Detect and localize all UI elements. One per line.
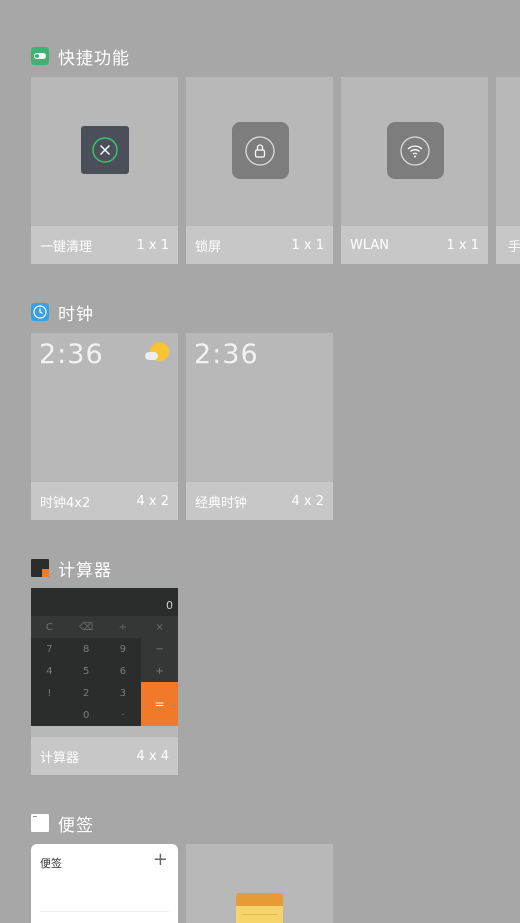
calc-key: 8 bbox=[82, 643, 90, 655]
widget-label: 一键清理 bbox=[40, 239, 93, 255]
calculator-icon bbox=[31, 559, 49, 577]
calc-key: C bbox=[31, 616, 68, 638]
widget-label: 计算器 bbox=[40, 750, 80, 766]
widget-label: 手 bbox=[508, 239, 520, 255]
widget-classic-clock[interactable]: 2:36 经典时钟 4 x 2 bbox=[186, 333, 333, 520]
calc-key-equals: = bbox=[141, 682, 178, 726]
widget-notes-preview[interactable] bbox=[186, 844, 333, 923]
widget-clock-4x2[interactable]: 2:36 时钟4x2 4 x 2 bbox=[31, 333, 178, 520]
section-title: 计算器 bbox=[58, 560, 112, 581]
calc-key bbox=[31, 704, 68, 726]
calc-key: 3 bbox=[119, 687, 127, 699]
widget-footer: 一键清理 1 x 1 bbox=[31, 226, 178, 264]
widget-notes[interactable]: 便签 + bbox=[31, 844, 178, 923]
clock-time: 2:36 bbox=[194, 339, 259, 370]
widget-wlan[interactable]: WLAN 1 x 1 bbox=[341, 77, 488, 264]
section-quick-header: 快捷功能 bbox=[31, 44, 130, 69]
calculator-keypad: C ⌫ ÷ × 7 8 9 − 4 5 6 + ! 2 3 = 0 · bbox=[31, 616, 178, 726]
section-calculator-header: 计算器 bbox=[31, 556, 112, 581]
calc-key: 9 bbox=[119, 643, 127, 655]
widget-size: 1 x 1 bbox=[446, 237, 480, 253]
widget-lock[interactable]: 锁屏 1 x 1 bbox=[186, 77, 333, 264]
calc-key: × bbox=[141, 616, 178, 638]
wifi-icon bbox=[386, 122, 444, 179]
calc-key: − bbox=[141, 638, 178, 660]
widget-clean[interactable]: 一键清理 1 x 1 bbox=[31, 77, 178, 264]
notes-title: 便签 bbox=[40, 857, 62, 870]
notepad-icon bbox=[236, 893, 283, 923]
calc-key: + bbox=[141, 660, 178, 682]
widget-footer: 时钟4x2 4 x 2 bbox=[31, 482, 178, 520]
calc-key: 7 bbox=[46, 643, 53, 655]
calculator-display: 0 bbox=[166, 599, 173, 612]
widget-footer: 锁屏 1 x 1 bbox=[186, 226, 333, 264]
widget-size: 4 x 2 bbox=[291, 493, 325, 509]
section-title: 快捷功能 bbox=[58, 48, 130, 69]
widget-footer: 经典时钟 4 x 2 bbox=[186, 482, 333, 520]
widget-footer: 手 bbox=[496, 226, 520, 264]
calc-key: 2 bbox=[82, 687, 90, 699]
calc-key: ! bbox=[47, 687, 52, 699]
calculator-preview: 0 C ⌫ ÷ × 7 8 9 − 4 5 6 + ! 2 3 = 0 · bbox=[31, 588, 178, 726]
section-notes-header: 便签 bbox=[31, 811, 94, 836]
widget-partial[interactable]: 手 bbox=[496, 77, 520, 264]
widget-size: 1 x 1 bbox=[291, 237, 325, 253]
widget-size: 4 x 2 bbox=[136, 493, 170, 509]
widget-footer: WLAN 1 x 1 bbox=[341, 226, 488, 264]
clock-icon bbox=[31, 303, 49, 321]
widget-label: 锁屏 bbox=[195, 239, 222, 255]
calc-key: · bbox=[121, 709, 125, 721]
widget-calculator[interactable]: 0 C ⌫ ÷ × 7 8 9 − 4 5 6 + ! 2 3 = 0 · 计算… bbox=[31, 588, 178, 775]
section-title: 时钟 bbox=[58, 304, 94, 325]
widget-label: 经典时钟 bbox=[195, 495, 248, 511]
add-icon: + bbox=[152, 849, 168, 870]
section-title: 便签 bbox=[58, 815, 94, 836]
calc-key: 5 bbox=[82, 665, 90, 677]
clock-time: 2:36 bbox=[39, 339, 104, 370]
close-circle-icon bbox=[80, 126, 129, 174]
weather-sun-cloud-icon bbox=[145, 342, 169, 364]
toggle-icon bbox=[31, 47, 49, 65]
note-icon bbox=[31, 814, 49, 832]
calc-key: ÷ bbox=[104, 616, 142, 638]
divider bbox=[40, 911, 169, 912]
widget-size: 4 x 4 bbox=[136, 748, 170, 764]
widget-label: WLAN bbox=[350, 237, 390, 253]
widget-size: 1 x 1 bbox=[136, 237, 170, 253]
calc-key: 4 bbox=[46, 665, 53, 677]
calc-key: 0 bbox=[82, 709, 90, 721]
calc-key: 6 bbox=[119, 665, 127, 677]
lock-icon bbox=[231, 122, 289, 179]
section-clock-header: 时钟 bbox=[31, 300, 94, 325]
widget-footer: 计算器 4 x 4 bbox=[31, 737, 178, 775]
widget-label: 时钟4x2 bbox=[40, 495, 91, 511]
calc-key: ⌫ bbox=[67, 616, 105, 638]
